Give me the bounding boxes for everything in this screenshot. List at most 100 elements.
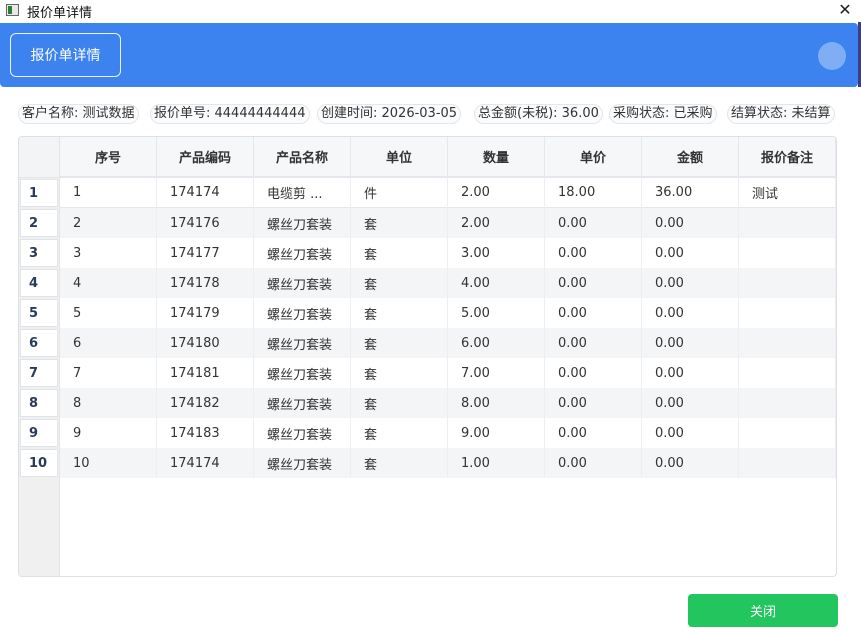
cell-amount: 0.00 [642, 268, 739, 298]
cell-product-name: 螺丝刀套装 [254, 208, 351, 238]
cell-unit: 套 [351, 298, 448, 328]
column-header-product-name[interactable]: 产品名称 [254, 137, 351, 176]
cell-unit: 套 [351, 268, 448, 298]
cell-unit: 套 [351, 208, 448, 238]
cell-unit: 套 [351, 328, 448, 358]
cell-product-code: 174179 [157, 298, 254, 328]
row-number[interactable]: 4 [20, 269, 58, 297]
cell-product-name: 螺丝刀套装 [254, 328, 351, 358]
cell-product-code: 174181 [157, 358, 254, 388]
info-customer-name: 客户名称: 测试数据 [18, 104, 139, 124]
cell-unit: 套 [351, 358, 448, 388]
cell-quantity: 7.00 [448, 358, 545, 388]
table-row[interactable]: 1 174174 电缆剪 ... 件 2.00 18.00 36.00 测试 [60, 178, 836, 208]
cell-unit-price: 0.00 [545, 208, 642, 238]
row-number[interactable]: 9 [20, 419, 58, 447]
column-header-unit[interactable]: 单位 [351, 137, 448, 176]
window-title: 报价单详情 [27, 6, 93, 21]
table-row[interactable]: 3 174177 螺丝刀套装套 3.00 0.00 0.00 [60, 238, 836, 268]
column-header-remark[interactable]: 报价备注 [739, 137, 836, 176]
cell-remark [739, 358, 836, 388]
cell-amount: 0.00 [642, 448, 739, 478]
cell-product-code: 174174 [157, 178, 254, 208]
table-row[interactable]: 10 174174 螺丝刀套装套 1.00 0.00 0.00 [60, 448, 836, 478]
cell-product-code: 174176 [157, 208, 254, 238]
cell-unit: 件 [351, 178, 448, 208]
cell-product-code: 174182 [157, 388, 254, 418]
cell-remark [739, 268, 836, 298]
cell-unit: 套 [351, 388, 448, 418]
row-number[interactable]: 5 [20, 299, 58, 327]
cell-index: 2 [60, 208, 157, 238]
cell-unit-price: 0.00 [545, 448, 642, 478]
cell-remark [739, 238, 836, 268]
detail-title-button[interactable]: 报价单详情 [10, 33, 121, 77]
background-edge-mask [856, 87, 861, 633]
cell-quantity: 9.00 [448, 418, 545, 448]
table-row[interactable]: 5 174179 螺丝刀套装套 5.00 0.00 0.00 [60, 298, 836, 328]
quote-items-table: 1 2 3 4 5 6 7 8 9 10 序号 产品编码 产品名称 单位 数量 单价 金额 报价备… [18, 136, 837, 577]
cell-unit: 套 [351, 238, 448, 268]
table-corner [19, 137, 60, 178]
row-number[interactable]: 3 [20, 239, 58, 267]
avatar[interactable] [818, 42, 846, 70]
close-button[interactable]: 关闭 [688, 594, 838, 627]
row-number[interactable]: 7 [20, 359, 58, 387]
cell-amount: 0.00 [642, 358, 739, 388]
table-row[interactable]: 9 174183 螺丝刀套装套 9.00 0.00 0.00 [60, 418, 836, 448]
row-number[interactable]: 1 [20, 179, 58, 207]
cell-product-code: 174180 [157, 328, 254, 358]
cell-remark [739, 208, 836, 238]
row-number[interactable]: 10 [20, 449, 58, 477]
column-header-unit-price[interactable]: 单价 [545, 137, 642, 176]
cell-unit-price: 0.00 [545, 298, 642, 328]
cell-unit-price: 0.00 [545, 268, 642, 298]
cell-quantity: 2.00 [448, 208, 545, 238]
row-number-column: 1 2 3 4 5 6 7 8 9 10 [19, 178, 60, 576]
cell-product-code: 174174 [157, 448, 254, 478]
row-number[interactable]: 6 [20, 329, 58, 357]
header-banner: 报价单详情 [0, 23, 858, 87]
cell-product-code: 174183 [157, 418, 254, 448]
info-total-amount: 总金额(未税): 36.00 [474, 104, 603, 124]
info-purchase-status: 采购状态: 已采购 [609, 104, 717, 124]
cell-remark [739, 298, 836, 328]
column-header-quantity[interactable]: 数量 [448, 137, 545, 176]
row-number[interactable]: 2 [20, 209, 58, 237]
window-app-icon [6, 4, 19, 16]
info-create-time: 创建时间: 2026-03-05 [317, 104, 462, 124]
cell-unit-price: 0.00 [545, 358, 642, 388]
cell-product-name: 螺丝刀套装 [254, 418, 351, 448]
table-row[interactable]: 2 174176 螺丝刀套装套 2.00 0.00 0.00 [60, 208, 836, 238]
column-header-product-code[interactable]: 产品编码 [157, 137, 254, 176]
cell-remark [739, 388, 836, 418]
cell-quantity: 6.00 [448, 328, 545, 358]
info-quote-number: 报价单号: 44444444444 [150, 104, 310, 124]
cell-quantity: 3.00 [448, 238, 545, 268]
cell-amount: 36.00 [642, 178, 739, 208]
cell-index: 8 [60, 388, 157, 418]
table-row[interactable]: 8 174182 螺丝刀套装套 8.00 0.00 0.00 [60, 388, 836, 418]
cell-unit-price: 0.00 [545, 328, 642, 358]
cell-quantity: 2.00 [448, 178, 545, 208]
close-icon[interactable]: ✕ [835, 0, 855, 20]
cell-index: 10 [60, 448, 157, 478]
table-row[interactable]: 7 174181 螺丝刀套装套 7.00 0.00 0.00 [60, 358, 836, 388]
cell-amount: 0.00 [642, 298, 739, 328]
column-header-amount[interactable]: 金额 [642, 137, 739, 176]
cell-amount: 0.00 [642, 388, 739, 418]
cell-product-name: 电缆剪 ... [254, 178, 351, 208]
cell-index: 3 [60, 238, 157, 268]
table-header: 序号 产品编码 产品名称 单位 数量 单价 金额 报价备注 [60, 137, 836, 178]
table-row[interactable]: 4 174178 螺丝刀套装套 4.00 0.00 0.00 [60, 268, 836, 298]
table-row[interactable]: 6 174180 螺丝刀套装套 6.00 0.00 0.00 [60, 328, 836, 358]
cell-index: 4 [60, 268, 157, 298]
column-header-index[interactable]: 序号 [60, 137, 157, 176]
cell-index: 9 [60, 418, 157, 448]
cell-index: 5 [60, 298, 157, 328]
cell-product-code: 174178 [157, 268, 254, 298]
cell-product-code: 174177 [157, 238, 254, 268]
row-number[interactable]: 8 [20, 389, 58, 417]
cell-quantity: 8.00 [448, 388, 545, 418]
cell-quantity: 1.00 [448, 448, 545, 478]
